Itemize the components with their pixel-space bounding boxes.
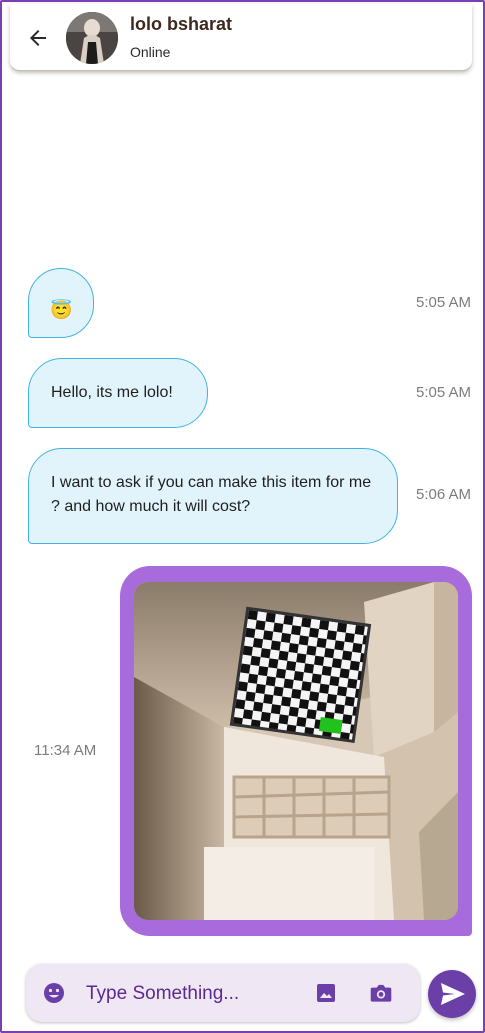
send-icon bbox=[441, 983, 465, 1005]
message-bubble-emoji[interactable]: 😇 bbox=[28, 268, 94, 338]
attached-photo[interactable] bbox=[134, 582, 458, 920]
camera-icon[interactable] bbox=[368, 980, 394, 1006]
message-bubble[interactable]: Hello, its me lolo! bbox=[28, 358, 208, 428]
message-bubble[interactable]: I want to ask if you can make this item … bbox=[28, 448, 398, 544]
message-time: 5:05 AM bbox=[416, 294, 472, 311]
angel-emoji: 😇 bbox=[50, 300, 73, 320]
message-time: 5:05 AM bbox=[416, 384, 472, 401]
message-time: 11:34 AM bbox=[34, 742, 97, 759]
avatar[interactable] bbox=[66, 12, 118, 64]
message-composer bbox=[26, 964, 420, 1022]
send-button[interactable] bbox=[428, 970, 476, 1018]
message-input[interactable] bbox=[84, 980, 288, 1008]
image-icon[interactable] bbox=[314, 981, 338, 1005]
message-time: 5:06 AM bbox=[416, 486, 472, 503]
contact-name: lolo bsharat bbox=[130, 14, 233, 34]
contact-status: Online bbox=[130, 44, 171, 60]
arrow-back-icon[interactable] bbox=[26, 26, 50, 50]
image-message[interactable] bbox=[120, 566, 472, 936]
chat-header: lolo bsharat Online bbox=[10, 4, 472, 71]
message-text: I want to ask if you can make this item … bbox=[51, 474, 372, 515]
message-text: Hello, its me lolo! bbox=[51, 384, 173, 401]
smiley-icon[interactable] bbox=[42, 981, 66, 1005]
